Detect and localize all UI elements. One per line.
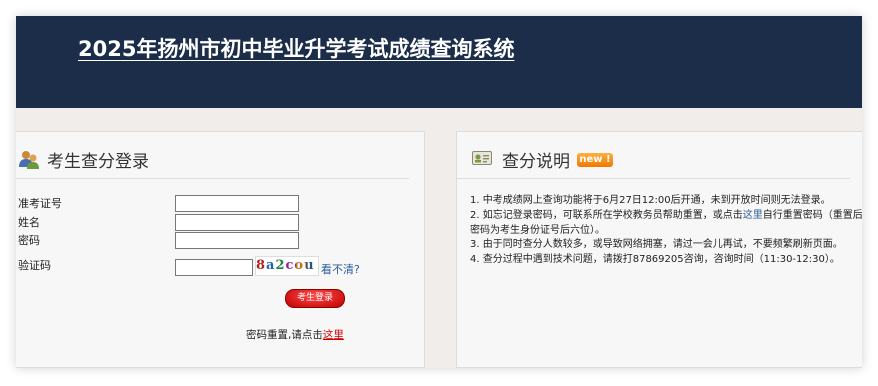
- new-badge: new !: [577, 153, 613, 167]
- info-title: 查分说明: [502, 152, 570, 172]
- captcha-text: 8a2cou: [256, 258, 315, 273]
- login-panel: 考生查分登录 准考证号 姓名 密码 验证码 8a2cou 看不清? 考生登录 密…: [16, 131, 425, 368]
- divider: [16, 178, 409, 179]
- name-input[interactable]: [175, 214, 299, 231]
- header-banner: 2025年扬州市初中毕业升学考试成绩查询系统: [16, 16, 862, 108]
- page-card: 2025年扬州市初中毕业升学考试成绩查询系统 考生查分登录 准考证号 姓名 密码…: [16, 16, 862, 368]
- refresh-captcha-link[interactable]: 看不清?: [321, 261, 360, 277]
- id-card-icon: [472, 151, 492, 165]
- exam-id-input[interactable]: [175, 195, 299, 212]
- page-title: 2025年扬州市初中毕业升学考试成绩查询系统: [78, 37, 515, 61]
- password-reset-text: 密码重置,请点击这里: [246, 327, 344, 342]
- self-reset-link[interactable]: 这里: [743, 210, 763, 221]
- note-item: 2. 如忘记登录密码，可联系所在学校教务员帮助重置，或点击这里自行重置密码（重置…: [470, 209, 862, 236]
- exam-id-label: 准考证号: [18, 197, 62, 210]
- captcha-label: 验证码: [18, 259, 51, 272]
- password-input[interactable]: [175, 232, 299, 249]
- note-item: 1. 中考成绩网上查询功能将于6月27日12:00后开通，未到开放时间则无法登录…: [470, 195, 831, 206]
- note-item: 4. 查分过程中遇到技术问题，请拨打87869205咨询，咨询时间（11:30-…: [470, 254, 840, 266]
- login-title: 考生查分登录: [47, 152, 149, 172]
- captcha-input[interactable]: [175, 259, 253, 276]
- notes-list: 1. 中考成绩网上查询功能将于6月27日12:00后开通，未到开放时间则无法登录…: [470, 194, 862, 268]
- captcha-image[interactable]: 8a2cou: [255, 256, 319, 276]
- users-icon: [19, 151, 39, 169]
- reset-link[interactable]: 这里: [323, 329, 344, 341]
- reset-prefix: 密码重置,请点击: [246, 329, 323, 341]
- password-label: 密码: [18, 234, 40, 247]
- login-button[interactable]: 考生登录: [285, 289, 345, 308]
- note-item: 3. 由于同时查分人数较多，或导致网络拥塞，请过一会儿再试，不要频繁刷新页面。: [470, 239, 843, 251]
- info-panel: 查分说明 new ! 1. 中考成绩网上查询功能将于6月27日12:00后开通，…: [456, 131, 862, 368]
- name-label: 姓名: [18, 216, 40, 229]
- divider: [457, 178, 850, 179]
